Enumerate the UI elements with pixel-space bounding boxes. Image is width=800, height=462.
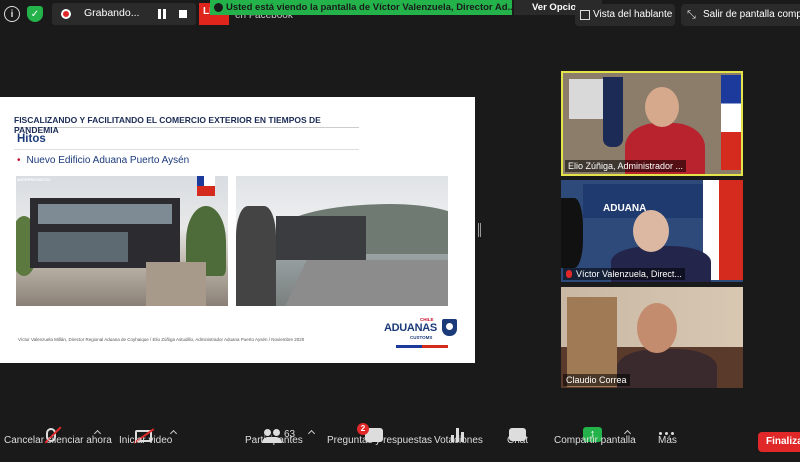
chevron-up-icon[interactable] [307,429,316,438]
participant-face [633,210,669,252]
participant-face [645,87,679,127]
top-bar: i ✓ Grabando... LIVE en Facebook Usted e… [0,0,800,30]
flag-stripe [396,345,448,348]
render-glass [38,204,172,224]
polls-label: Votaciones [434,435,483,446]
speaker-view-icon [580,10,590,20]
zoom-window: i ✓ Grabando... LIVE en Facebook Usted e… [0,0,800,462]
end-meeting-button[interactable]: Finalizar [758,432,800,452]
slide-bullet-text: Nuevo Edificio Aduana Puerto Aysén [26,155,190,166]
slide-footer: Víctor Valenzuela Millán, Director Regio… [18,337,305,342]
tile-background-seal [561,198,583,268]
shield-icon[interactable]: ✓ [27,6,43,22]
chile-flag-icon [197,176,215,196]
share-indicator-icon [214,3,223,12]
start-video-label: Iniciar video [119,435,173,446]
render-tree [236,206,276,306]
slide-title: Hitos [17,133,46,145]
render-glass [38,232,128,262]
render-tag: ANTEPROYECTO [17,177,51,182]
qa-label: Preguntas y respuestas [327,435,433,446]
video-tile-active-speaker[interactable]: Elio Zúñiga, Administrador ... [561,71,743,176]
tile-background-flag [603,77,623,147]
participant-name: Elio Zúñiga, Administrador ... [565,160,687,172]
record-icon [61,9,71,19]
crest-icon [442,319,457,336]
panel-resize-handle[interactable] [478,223,481,237]
aduanas-logo: CHILE ADUANAS CUSTOMS [384,317,460,341]
participant-face [637,303,677,353]
screen-share-notice-text: Usted está viendo la pantalla de Víctor … [226,2,512,13]
speaker-view-label: Vista del hablante [593,9,673,20]
participant-name: Víctor Valenzuela, Direct... [563,268,685,280]
exit-fullscreen-label: Salir de pantalla completa [703,9,800,20]
render-wall [146,262,206,306]
recording-indicator: Grabando... [52,3,196,25]
unmute-label: Cancelar silenciar ahora [4,435,112,446]
pause-recording-button[interactable] [157,9,167,19]
speaker-view-button[interactable]: Vista del hablante [575,4,675,26]
render-building [276,216,366,260]
share-screen-label: Compartir pantalla [554,435,636,446]
tile-banner-text: ADUANA [603,203,647,214]
render-road [285,260,448,306]
shared-screen: FISCALIZANDO Y FACILITANDO EL COMERCIO E… [0,97,475,363]
chat-label: Chat [507,435,529,446]
screen-share-notice: Usted está viendo la pantalla de Víctor … [210,0,512,15]
participant-name: Claudio Correa [563,374,630,386]
bullet-icon: • [17,155,21,166]
participant-video [617,349,717,388]
mic-off-icon [566,270,572,278]
qa-count-badge: 2 [357,423,369,435]
stop-recording-button[interactable] [179,10,187,18]
video-tile[interactable]: Claudio Correa [561,287,743,388]
exit-fullscreen-button[interactable]: ⤡ Salir de pantalla completa [681,4,800,26]
recording-label: Grabando... [84,7,140,19]
video-tile[interactable]: ADUANA Víctor Valenzuela, Direct... [561,180,743,282]
slide-bullet: • Nuevo Edificio Aduana Puerto Aysén [17,155,189,166]
more-label: Más [658,435,677,446]
meeting-toolbar: Cancelar silenciar ahora Iniciar video 6… [0,414,800,462]
building-render-right [236,176,448,306]
slide-divider [14,149,359,150]
info-icon[interactable]: i [4,6,20,22]
slide-header: FISCALIZANDO Y FACILITANDO EL COMERCIO E… [14,115,359,135]
exit-fullscreen-icon: ⤡ [687,9,696,21]
tile-background-flag [721,75,741,170]
participants-label: Participantes [245,435,303,446]
